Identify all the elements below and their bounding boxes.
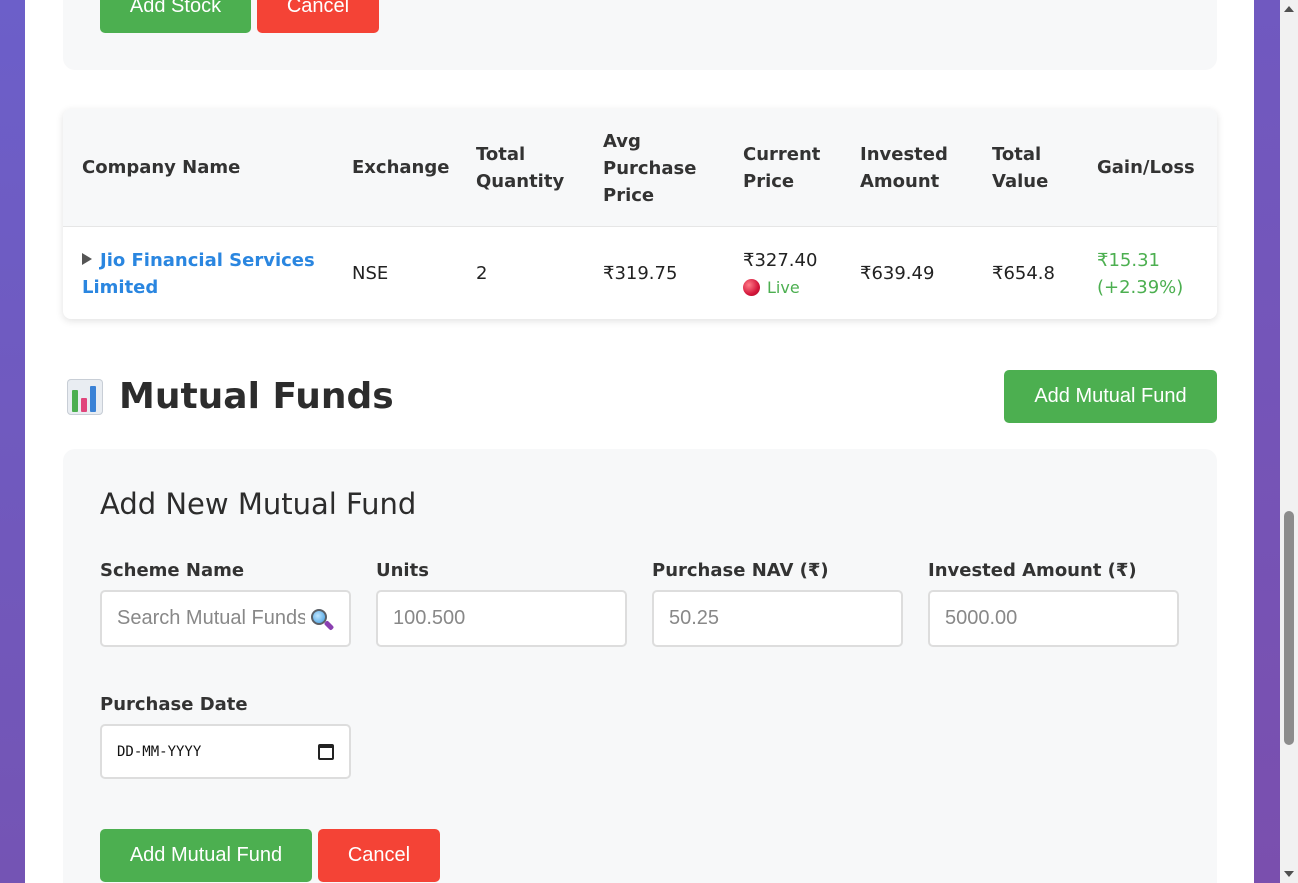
scheme-name-input[interactable]: Search Mutual Funds... xyxy=(100,590,351,647)
stocks-table: Company Name Exchange Total Quantity Avg… xyxy=(63,109,1217,319)
total-value-cell: ₹654.8 xyxy=(992,263,1055,284)
header-exchange: Exchange xyxy=(352,157,450,178)
cancel-stock-button[interactable]: Cancel xyxy=(257,0,379,33)
live-indicator: Live xyxy=(743,274,817,301)
header-gain-loss: Gain/Loss xyxy=(1097,157,1195,178)
quantity-cell: 2 xyxy=(476,263,488,284)
header-total-quantity: Total Quantity xyxy=(476,144,565,192)
scheme-name-label: Scheme Name xyxy=(100,560,245,581)
current-price-cell: ₹327.40 Live xyxy=(743,247,817,301)
expand-triangle-icon[interactable] xyxy=(82,253,92,265)
add-stock-form-card: Add Stock Cancel xyxy=(63,0,1217,70)
company-link[interactable]: Jio Financial Services xyxy=(100,250,315,271)
company-link-line2[interactable]: Limited xyxy=(82,274,315,301)
invested-cell: ₹639.49 xyxy=(860,263,935,284)
add-stock-button[interactable]: Add Stock xyxy=(100,0,251,33)
live-dot-icon xyxy=(743,279,760,296)
page-background-left xyxy=(0,0,25,883)
add-mutual-fund-header-button[interactable]: Add Mutual Fund xyxy=(1004,370,1217,423)
page-section-title: Mutual Funds xyxy=(119,376,394,417)
invested-amount-input[interactable]: 5000.00 xyxy=(928,590,1179,647)
purchase-date-input[interactable]: DD-MM-YYYY xyxy=(100,724,351,779)
header-company-name: Company Name xyxy=(82,157,241,178)
cancel-mutual-fund-button[interactable]: Cancel xyxy=(318,829,440,882)
gain-loss-cell: ₹15.31 (+2.39%) xyxy=(1097,250,1184,298)
units-input[interactable]: 100.500 xyxy=(376,590,627,647)
page-background-right xyxy=(1254,0,1280,883)
purchase-nav-input[interactable]: 50.25 xyxy=(652,590,903,647)
invested-amount-label: Invested Amount (₹) xyxy=(928,560,1137,581)
main-container: Add Stock Cancel Company Name Exchange T… xyxy=(25,0,1254,883)
scrollbar-thumb[interactable] xyxy=(1284,511,1294,745)
vertical-scrollbar[interactable] xyxy=(1280,0,1298,883)
company-cell[interactable]: Jio Financial Services Limited xyxy=(82,247,315,301)
exchange-cell: NSE xyxy=(352,263,389,284)
add-mutual-fund-form: Add New Mutual Fund Scheme Name Search M… xyxy=(63,449,1217,883)
add-mutual-fund-submit-button[interactable]: Add Mutual Fund xyxy=(100,829,312,882)
header-total-value: Total Value xyxy=(992,144,1049,192)
table-header: Company Name Exchange Total Quantity Avg… xyxy=(63,109,1217,227)
search-icon xyxy=(311,609,335,631)
form-heading: Add New Mutual Fund xyxy=(100,487,417,521)
scroll-down-arrow-icon[interactable] xyxy=(1284,871,1294,877)
avg-price-cell: ₹319.75 xyxy=(603,263,678,284)
header-invested-amount: Invested Amount xyxy=(860,144,948,192)
calendar-icon[interactable] xyxy=(318,743,334,760)
purchase-nav-label: Purchase NAV (₹) xyxy=(652,560,829,581)
purchase-date-label: Purchase Date xyxy=(100,694,248,715)
units-label: Units xyxy=(376,560,429,581)
bar-chart-icon xyxy=(67,378,103,415)
mutual-funds-title: Mutual Funds xyxy=(67,376,394,417)
header-avg-purchase-price: Avg Purchase Price xyxy=(603,131,697,206)
header-current-price: Current Price xyxy=(743,144,821,192)
scroll-up-arrow-icon[interactable] xyxy=(1284,6,1294,12)
